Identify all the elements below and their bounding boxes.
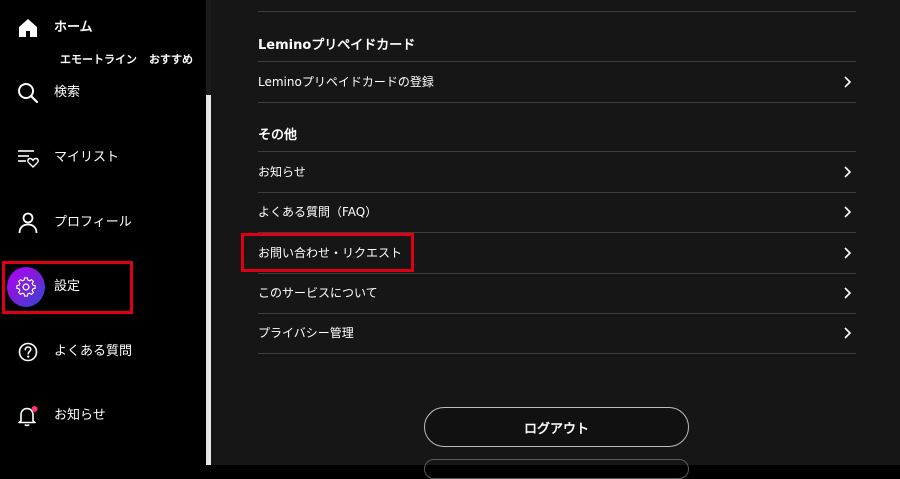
sidebar-item-mylist[interactable]: マイリスト: [0, 138, 206, 178]
chevron-right-icon: [844, 327, 852, 339]
sidebar-item-label: 設定: [54, 279, 81, 294]
mylist-icon: [14, 138, 42, 178]
home-icon: [14, 8, 42, 48]
settings-active-indicator: [7, 267, 45, 307]
section-heading-other: その他: [258, 128, 298, 143]
sidebar-item-search[interactable]: 検索: [0, 73, 206, 113]
sidebar: ホーム エモートライン おすすめ 検索 マイリスト プロフィール 設定 よくある…: [0, 0, 206, 465]
gear-icon: [16, 277, 36, 297]
sidebar-item-label: ホーム: [54, 20, 93, 35]
bell-icon: [14, 396, 42, 436]
row-faq[interactable]: よくある質問（FAQ）: [258, 192, 856, 233]
row-label: Leminoプリペイドカードの登録: [258, 75, 434, 89]
section-heading-prepaid: Leminoプリペイドカード: [258, 38, 416, 53]
row-about-service[interactable]: このサービスについて: [258, 273, 856, 314]
sidebar-item-label: よくある質問: [54, 344, 133, 359]
sidebar-item-faq[interactable]: よくある質問: [0, 332, 206, 372]
row-prepaid-register[interactable]: Leminoプリペイドカードの登録: [258, 61, 856, 103]
row-label: このサービスについて: [258, 286, 378, 300]
sidebar-item-home[interactable]: ホーム: [0, 8, 206, 48]
chevron-right-icon: [844, 247, 852, 259]
subtab-osusume[interactable]: おすすめ: [149, 51, 193, 67]
chevron-right-icon: [844, 287, 852, 299]
profile-icon: [14, 203, 42, 243]
chevron-right-icon: [844, 166, 852, 178]
row-label: プライバシー管理: [258, 326, 354, 340]
divider: [258, 11, 856, 12]
notification-dot: [31, 406, 38, 412]
sidebar-item-label: 検索: [54, 85, 81, 100]
help-icon: [14, 332, 42, 372]
sidebar-item-label: プロフィール: [54, 215, 132, 230]
sidebar-item-label: お知らせ: [54, 408, 106, 423]
row-label: お問い合わせ・リクエスト: [258, 246, 403, 260]
logout-button[interactable]: ログアウト: [424, 407, 689, 447]
chevron-right-icon: [844, 206, 852, 218]
row-contact-request[interactable]: お問い合わせ・リクエスト: [258, 233, 856, 274]
sidebar-item-settings[interactable]: 設定: [0, 267, 206, 307]
secondary-button[interactable]: [424, 459, 689, 479]
row-label: よくある質問（FAQ）: [258, 205, 378, 219]
sidebar-item-label: マイリスト: [54, 150, 120, 165]
sidebar-item-notifications[interactable]: お知らせ: [0, 396, 206, 436]
sidebar-item-profile[interactable]: プロフィール: [0, 203, 206, 243]
row-privacy[interactable]: プライバシー管理: [258, 313, 856, 354]
chevron-right-icon: [844, 76, 852, 88]
settings-panel: Leminoプリペイドカード Leminoプリペイドカードの登録 その他 お知ら…: [211, 0, 900, 479]
row-notices[interactable]: お知らせ: [258, 151, 856, 193]
subtab-emoteline[interactable]: エモートライン: [60, 51, 137, 67]
row-label: お知らせ: [258, 165, 306, 179]
search-icon: [14, 73, 42, 113]
